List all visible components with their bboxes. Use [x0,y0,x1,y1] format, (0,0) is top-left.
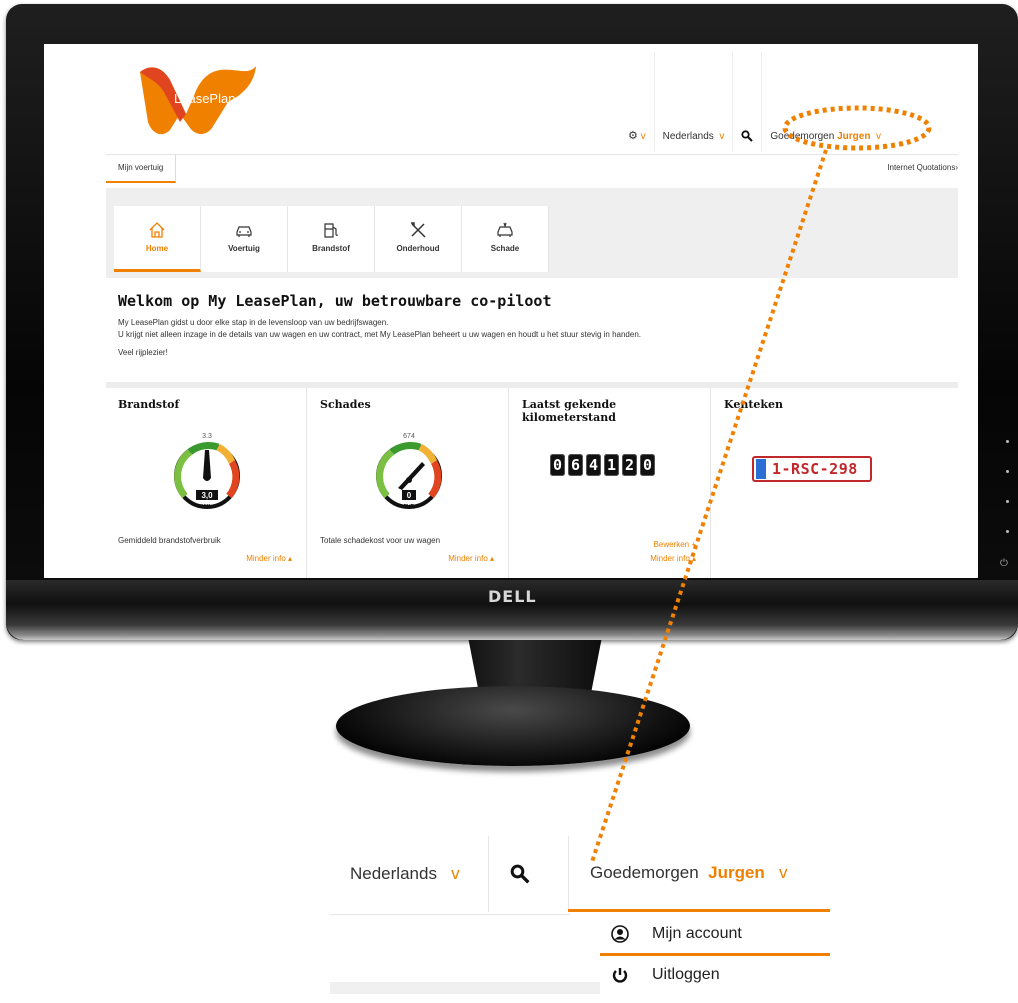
zoomed-user-menu: Nederlands v Goedemorgen Jurgen v Mijn a… [330,836,830,995]
zoom-search-button[interactable] [510,836,530,912]
widget-damage: Schades 674 0 EUR Totale schadekost voor… [308,388,509,578]
tools-icon [411,222,426,238]
welcome-text-line: My LeasePlan gidst u door elke stap in d… [118,318,389,327]
user-name: Jurgen [708,862,765,882]
screen: LeasePlan ⚙ v Nederlands v Goedemorgen J… [44,44,978,578]
user-circle-icon [610,924,630,944]
monitor-base [336,686,690,766]
damaged-car-icon [497,222,513,237]
divider [330,914,570,915]
menu-item-label: Uitloggen [652,966,720,983]
car-icon [236,226,252,237]
odometer: 0 6 4 1 2 0 [550,454,658,476]
search-icon [510,864,530,884]
menu-item-label: Mijn account [652,925,742,942]
internet-quotations-link[interactable]: Internet Quotations› [887,155,958,181]
odometer-digit: 1 [604,454,619,476]
svg-text:0: 0 [407,491,412,500]
zoom-language-selector[interactable]: Nederlands v [350,836,460,912]
widget-caption: Totale schadekost voor uw wagen [320,536,441,545]
language-selector[interactable]: Nederlands v [653,52,733,152]
nav-tile-home[interactable]: Home [114,206,201,272]
vehicle-tabbar: Mijn voertuig Internet Quotations› [106,154,958,183]
dashboard-widgets: Brandstof 3.3 3,0 l/100km Gemiddeld bran… [106,382,958,578]
less-info-link[interactable]: Minder info ▴ [246,554,292,563]
nav-label: Voertuig [228,244,260,253]
background-strip [330,982,600,994]
fuel-gauge: 3.3 3,0 l/100km [174,433,240,510]
greeting-text: Goedemorgen [770,131,835,142]
power-icon [610,965,630,985]
odometer-digit: 0 [550,454,565,476]
language-label: Nederlands [350,864,437,883]
damage-gauge: 674 0 EUR [376,433,442,510]
chevron-down-icon: v [779,862,788,882]
nav-tile-fuel[interactable]: Brandstof [288,206,375,272]
gear-icon: ⚙ [628,130,638,142]
language-label: Nederlands [662,131,714,142]
menu-item-logout[interactable]: Uitloggen [600,956,830,994]
widget-title: Laatst gekende kilometerstand [522,398,617,424]
fuel-pump-icon [324,223,339,238]
chevron-down-icon: v [719,131,725,142]
widget-title: Schades [320,398,371,411]
svg-text:EUR: EUR [404,504,415,510]
zoom-user-menu[interactable]: Goedemorgen Jurgen v [568,836,830,912]
odometer-digit: 6 [568,454,583,476]
widget-mileage: Laatst gekende kilometerstand 0 6 4 1 2 … [510,388,711,578]
eu-flag-strip [756,459,766,479]
less-info-link[interactable]: Minder info ▴ [650,554,696,563]
tab-my-vehicle[interactable]: Mijn voertuig [106,155,177,183]
top-navigation: ⚙ v Nederlands v Goedemorgen Jurgen v [620,52,889,152]
user-dropdown-menu: Mijn account Uitloggen [600,915,830,995]
monitor-side-buttons [1005,440,1011,560]
nav-label: Brandstof [312,244,350,253]
svg-text:674: 674 [403,433,415,440]
greeting-text: Goedemorgen [590,862,699,882]
odometer-digit: 0 [640,454,655,476]
widget-fuel: Brandstof 3.3 3,0 l/100km Gemiddeld bran… [106,388,307,578]
welcome-section: Welkom op My LeasePlan, uw betrouwbare c… [118,292,938,360]
odometer-digit: 4 [586,454,601,476]
svg-text:l/100km: l/100km [198,504,217,510]
edit-mileage-link[interactable]: Bewerken + [654,540,696,549]
home-icon [149,222,165,238]
divider [488,836,489,912]
odometer-digit: 2 [622,454,637,476]
monitor-power-icon: ⏻ [1000,558,1008,569]
monitor-brand-logo: DELL [488,587,537,606]
widget-title: Brandstof [118,398,180,411]
welcome-text-line: Veel rijplezier! [118,348,168,357]
widget-plate: Kenteken 1-RSC-298 [712,388,912,578]
license-plate: 1-RSC-298 [752,456,872,482]
less-info-link[interactable]: Minder info ▴ [448,554,494,563]
nav-label: Onderhoud [396,244,440,253]
menu-item-my-account[interactable]: Mijn account [600,915,830,953]
settings-menu[interactable]: ⚙ v [620,52,654,152]
nav-tile-vehicle[interactable]: Voertuig [201,206,288,272]
svg-text:3,0: 3,0 [201,491,213,500]
widget-title: Kenteken [724,398,784,411]
user-menu[interactable]: Goedemorgen Jurgen v [761,52,889,152]
nav-tile-maintenance[interactable]: Onderhoud [375,206,462,272]
svg-text:LeasePlan: LeasePlan [174,91,235,106]
search-button[interactable] [732,52,761,152]
nav-label: Home [145,244,169,253]
svg-text:3.3: 3.3 [202,433,212,440]
nav-label: Schade [490,244,520,253]
section-navigation: Home Voertuig Brandstof Onderhoud Schade [106,188,958,278]
user-name: Jurgen [837,131,871,142]
chevron-down-icon: v [451,864,460,883]
search-icon [741,130,754,142]
leaseplan-logo[interactable]: LeasePlan [136,62,260,136]
nav-tile-damage[interactable]: Schade [462,206,549,272]
welcome-title: Welkom op My LeasePlan, uw betrouwbare c… [118,292,552,310]
plate-number: 1-RSC-298 [772,460,858,478]
welcome-text-line: U krijgt niet alleen inzage in de detail… [118,330,641,339]
chevron-down-icon: v [640,131,646,142]
chevron-down-icon: v [876,131,881,142]
widget-caption: Gemiddeld brandstofverbruik [118,536,221,545]
